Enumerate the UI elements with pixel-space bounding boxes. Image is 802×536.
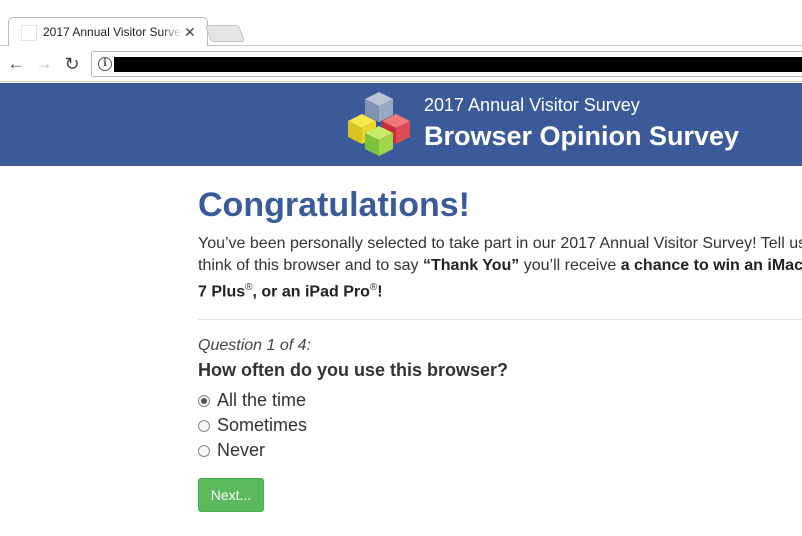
- option-sometimes[interactable]: Sometimes: [198, 413, 802, 438]
- option-label: All the time: [217, 390, 307, 411]
- divider: [198, 319, 802, 321]
- tab-strip: 2017 Annual Visitor Survey ✕: [0, 0, 802, 47]
- banner-subtitle: 2017 Annual Visitor Survey: [424, 95, 640, 115]
- forward-arrow-icon[interactable]: →: [33, 53, 55, 75]
- cube-logo-icon: [348, 92, 410, 156]
- radio-all-the-time[interactable]: [198, 394, 210, 407]
- survey-content: Congratulations! You’ve been personally …: [198, 186, 802, 513]
- intro-line-2: think of this browser and to say: [198, 257, 423, 274]
- tab-title-fade: [161, 22, 183, 42]
- new-tab-button[interactable]: [204, 25, 246, 42]
- intro-prize-2: 7 Plus: [198, 283, 246, 301]
- radio-sometimes[interactable]: [198, 419, 210, 432]
- next-button[interactable]: Next...: [198, 478, 264, 513]
- address-bar[interactable]: i: [91, 51, 802, 77]
- intro-line-1: You’ve been personally selected to take …: [198, 235, 802, 252]
- intro-text: You’ve been personally selected to take …: [198, 233, 802, 303]
- option-label: Sometimes: [217, 415, 308, 436]
- browser-toolbar: ← → ↻ i: [0, 46, 802, 82]
- question-text: How often do you use this browser?: [198, 360, 509, 381]
- banner-title: Browser Opinion Survey: [424, 121, 740, 151]
- intro-prize-1: a chance to win an iMac: [620, 257, 802, 274]
- question-number: Question 1 of 4:: [198, 337, 311, 355]
- option-label: Never: [217, 440, 266, 461]
- favicon-icon: [21, 25, 37, 41]
- option-all-the-time[interactable]: All the time: [198, 388, 802, 413]
- registered-mark: ®: [245, 282, 253, 293]
- option-never[interactable]: Never: [198, 438, 802, 463]
- info-icon[interactable]: i: [98, 57, 112, 71]
- intro-prize-3: , or an iPad Pro: [252, 283, 370, 301]
- browser-tab[interactable]: 2017 Annual Visitor Survey ✕: [8, 17, 208, 47]
- intro-thanks: “Thank You”: [423, 257, 520, 274]
- intro-end: !: [377, 283, 383, 301]
- page-title: Congratulations!: [198, 186, 470, 224]
- redacted-url: [114, 57, 802, 72]
- intro-line-3: you’ll receive: [519, 257, 621, 274]
- close-icon[interactable]: ✕: [184, 23, 196, 41]
- answer-options: All the time Sometimes Never: [198, 388, 802, 463]
- radio-never[interactable]: [198, 444, 210, 457]
- back-arrow-icon[interactable]: ←: [5, 53, 27, 75]
- reload-icon[interactable]: ↻: [61, 53, 83, 75]
